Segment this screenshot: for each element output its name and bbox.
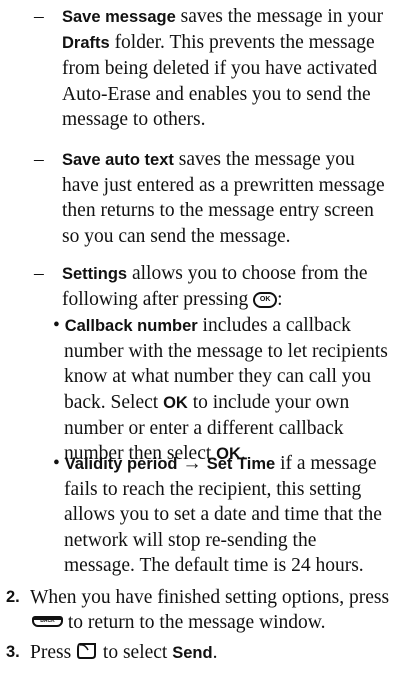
option-save-auto-text: – Save auto text saves the message you h… [34, 147, 390, 249]
term-set-time: Set Time [206, 455, 276, 473]
term-save-message: Save message [62, 8, 176, 26]
back-key-label: BACK [40, 618, 55, 625]
text: saves the message in your [175, 6, 384, 27]
term-callback-number: Callback number [64, 317, 198, 335]
dash-marker: – [34, 263, 44, 284]
arrow-icon: → [177, 453, 207, 474]
ok-key-icon: OK [253, 292, 278, 309]
term-validity-period: Validity period [64, 455, 178, 473]
text: When you have finished setting options, … [30, 587, 390, 608]
send-key-icon [77, 643, 97, 659]
text: to select [98, 642, 173, 663]
ok-key-label: OK [259, 296, 271, 304]
setting-validity-period: • Validity period → Set Time if a messag… [40, 451, 390, 578]
term-settings: Settings [62, 265, 128, 283]
text: . [212, 642, 218, 663]
dash-marker: – [34, 149, 44, 170]
bullet-marker: • [53, 453, 60, 474]
back-key-icon: BACK [32, 616, 63, 628]
step-number: 3. [6, 643, 20, 661]
step-2: 2. When you have finished setting option… [6, 585, 392, 635]
text: to return to the message window. [63, 612, 326, 634]
option-save-message: – Save message saves the message in your… [34, 4, 390, 132]
dash-marker: – [34, 6, 44, 27]
option-settings: – Settings allows you to choose from the… [34, 261, 390, 312]
step-number: 2. [6, 588, 20, 606]
text: : [277, 289, 283, 311]
term-ok: OK [163, 393, 188, 412]
bullet-marker: • [53, 315, 60, 336]
term-drafts: Drafts [62, 34, 110, 53]
term-save-auto-text: Save auto text [62, 151, 174, 169]
term-send: Send [172, 644, 213, 662]
text: folder. This prevents the message from b… [62, 32, 378, 130]
step-3: 3. Press to select Send. [6, 640, 392, 666]
setting-callback-number: • Callback number includes a callback nu… [40, 313, 390, 467]
text: Press [30, 642, 77, 663]
